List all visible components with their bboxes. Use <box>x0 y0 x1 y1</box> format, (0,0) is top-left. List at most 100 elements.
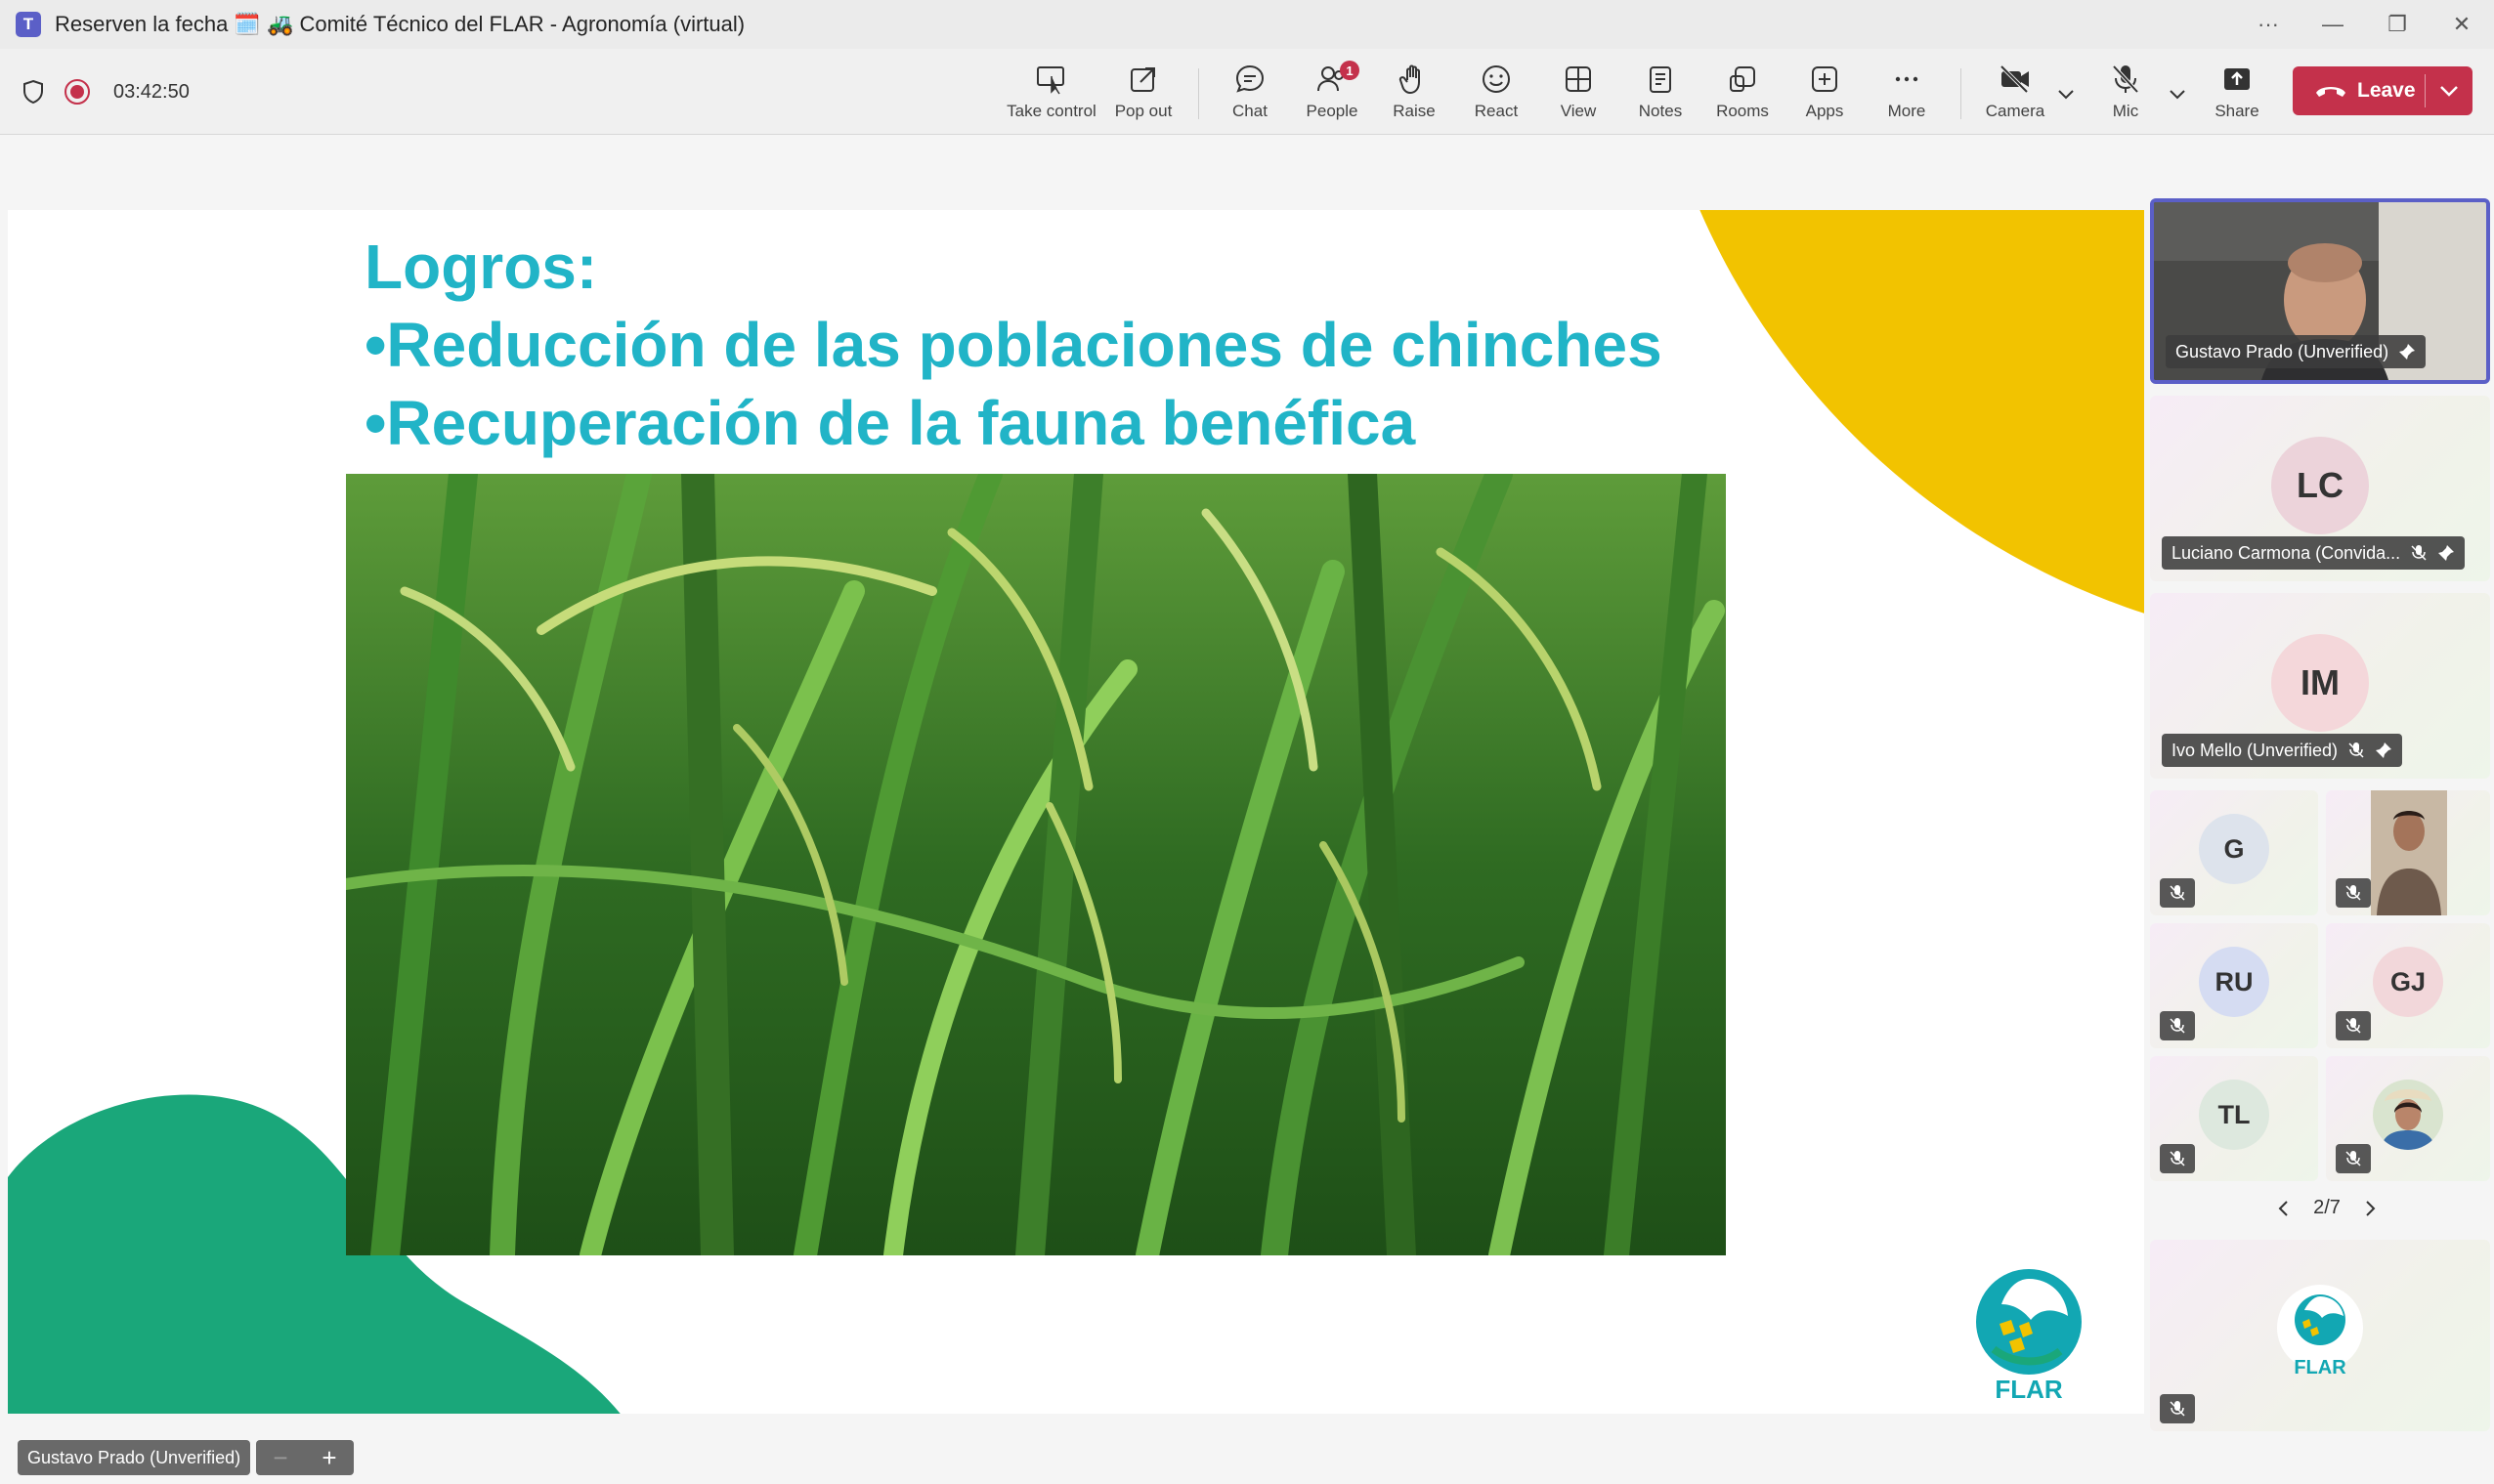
meeting-status: 03:42:50 <box>22 49 190 135</box>
zoom-controls: − + <box>256 1440 354 1475</box>
recording-icon <box>64 79 90 105</box>
muted-indicator <box>2336 1144 2371 1173</box>
participant-tile[interactable]: LC Luciano Carmona (Convida... <box>2150 396 2490 581</box>
take-control-label: Take control <box>1007 102 1096 120</box>
participant-avatar: G <box>2199 814 2269 884</box>
participant-avatar: GJ <box>2373 947 2443 1017</box>
pop-out-icon <box>1131 67 1155 92</box>
participant-name: Ivo Mello (Unverified) <box>2172 740 2339 760</box>
participant-name-tag: Gustavo Prado (Unverified) <box>2166 335 2427 368</box>
zoom-out-button[interactable]: − <box>273 1443 287 1473</box>
flar-bird-icon <box>1976 1269 2082 1375</box>
camera-label: Camera <box>1985 102 2045 120</box>
muted-indicator <box>2160 1011 2195 1040</box>
chat-button[interactable]: Chat <box>1205 59 1295 127</box>
view-grid-icon <box>1566 66 1591 92</box>
minimize-icon[interactable]: — <box>2300 0 2365 49</box>
pop-out-label: Pop out <box>1114 102 1173 120</box>
pin-icon[interactable] <box>2398 343 2416 360</box>
chevron-right-icon[interactable] <box>2359 1198 2381 1219</box>
slide-bullet-1: •Reducción de las poblaciones de chinche… <box>365 310 1662 380</box>
react-button[interactable]: React <box>1451 59 1541 127</box>
participant-name: Luciano Carmona (Convida... <box>2172 542 2401 563</box>
presenter-name-tag: Gustavo Prado (Unverified) <box>18 1440 251 1475</box>
apps-button[interactable]: Apps <box>1780 59 1870 127</box>
participant-tile[interactable]: G <box>2150 790 2318 915</box>
slide-title: Logros: <box>365 232 598 302</box>
people-count-badge: 1 <box>1340 61 1359 80</box>
leave-options-chevron-icon[interactable] <box>2437 80 2461 102</box>
notes-button[interactable]: Notes <box>1615 59 1705 127</box>
pin-icon[interactable] <box>2437 544 2455 562</box>
raise-hand-button[interactable]: Raise <box>1369 59 1459 127</box>
participant-avatar: TL <box>2199 1080 2269 1150</box>
chat-label: Chat <box>1232 102 1268 120</box>
camera-options-chevron-icon[interactable] <box>2054 84 2078 104</box>
flar-avatar-text: FLAR <box>2294 1357 2346 1378</box>
participant-tile-video[interactable] <box>2326 790 2490 915</box>
rooms-label: Rooms <box>1716 102 1769 120</box>
close-icon[interactable]: ✕ <box>2430 0 2494 49</box>
participant-avatar: LC <box>2271 437 2369 534</box>
mic-off-icon <box>2170 1401 2185 1417</box>
shield-icon[interactable] <box>22 79 45 105</box>
mic-off-icon <box>2170 885 2185 901</box>
react-label: React <box>1474 102 1519 120</box>
more-options-icon[interactable]: ··· <box>2236 0 2300 49</box>
take-control-button[interactable]: Take control <box>1007 59 1096 127</box>
rooms-icon <box>1730 66 1755 92</box>
pop-out-button[interactable]: Pop out <box>1098 59 1188 127</box>
chevron-left-icon[interactable] <box>2273 1198 2295 1219</box>
window-title-bar: T Reserven la fecha 🗓️ 🚜 Comité Técnico … <box>0 0 2494 49</box>
view-label: View <box>1560 102 1597 120</box>
muted-indicator <box>2160 878 2195 908</box>
meeting-toolbar: 03:42:50 Take control Pop out Chat 1 Peo… <box>0 49 2494 135</box>
rooms-button[interactable]: Rooms <box>1698 59 1787 127</box>
participant-tile[interactable]: GJ <box>2326 923 2490 1048</box>
participant-name-tag: Luciano Carmona (Convida... <box>2162 536 2466 570</box>
share-button[interactable]: Share <box>2192 59 2282 127</box>
mic-button[interactable]: Mic <box>2081 59 2171 127</box>
muted-indicator <box>2160 1144 2195 1173</box>
participant-name-tag: Ivo Mello (Unverified) <box>2162 734 2403 767</box>
take-control-icon <box>1037 66 1064 95</box>
shared-content-stage: Logros: •Reducción de las poblaciones de… <box>0 136 2146 1484</box>
people-label: People <box>1306 102 1358 120</box>
people-button[interactable]: 1 People <box>1287 59 1377 127</box>
muted-indicator <box>2336 878 2371 908</box>
participant-tile[interactable]: FLAR <box>2150 1240 2490 1431</box>
participant-tile[interactable]: RU <box>2150 923 2318 1048</box>
pin-icon[interactable] <box>2375 742 2392 759</box>
share-screen-icon <box>2224 68 2250 90</box>
participant-tile-video[interactable] <box>2326 1056 2490 1181</box>
add-apps-icon <box>1812 66 1837 92</box>
participant-tile-video[interactable]: Gustavo Prado (Unverified) <box>2150 198 2490 384</box>
window-controls: ··· — ❐ ✕ <box>2236 0 2494 49</box>
camera-button[interactable]: Camera <box>1970 59 2060 127</box>
participant-video-feed <box>2371 790 2447 915</box>
notes-label: Notes <box>1638 102 1683 120</box>
participant-tile[interactable]: IM Ivo Mello (Unverified) <box>2150 593 2490 779</box>
mic-options-chevron-icon[interactable] <box>2166 84 2189 104</box>
mic-off-icon <box>2348 742 2364 758</box>
mic-off-icon <box>2345 1018 2361 1034</box>
toolbar-divider <box>1960 68 1961 119</box>
page-indicator: 2/7 <box>2313 1197 2341 1218</box>
raise-label: Raise <box>1393 102 1436 120</box>
leave-divider <box>2425 74 2426 107</box>
window-title: Reserven la fecha 🗓️ 🚜 Comité Técnico de… <box>55 12 746 36</box>
leave-button[interactable]: Leave <box>2293 66 2472 115</box>
more-button[interactable]: More <box>1862 59 1952 127</box>
mic-off-icon <box>2411 545 2427 561</box>
restore-icon[interactable]: ❐ <box>2365 0 2430 49</box>
slide-bullet-2: •Recuperación de la fauna benéfica <box>365 388 1416 458</box>
mic-off-icon <box>2170 1018 2185 1034</box>
participant-avatar: RU <box>2199 947 2269 1017</box>
flar-logo: FLAR <box>1972 1265 2086 1404</box>
zoom-in-button[interactable]: + <box>322 1443 336 1473</box>
more-dots-icon <box>1895 76 1918 82</box>
raise-hand-icon <box>1398 64 1420 95</box>
participant-tile[interactable]: TL <box>2150 1056 2318 1181</box>
view-button[interactable]: View <box>1533 59 1623 127</box>
muted-indicator <box>2160 1394 2195 1423</box>
